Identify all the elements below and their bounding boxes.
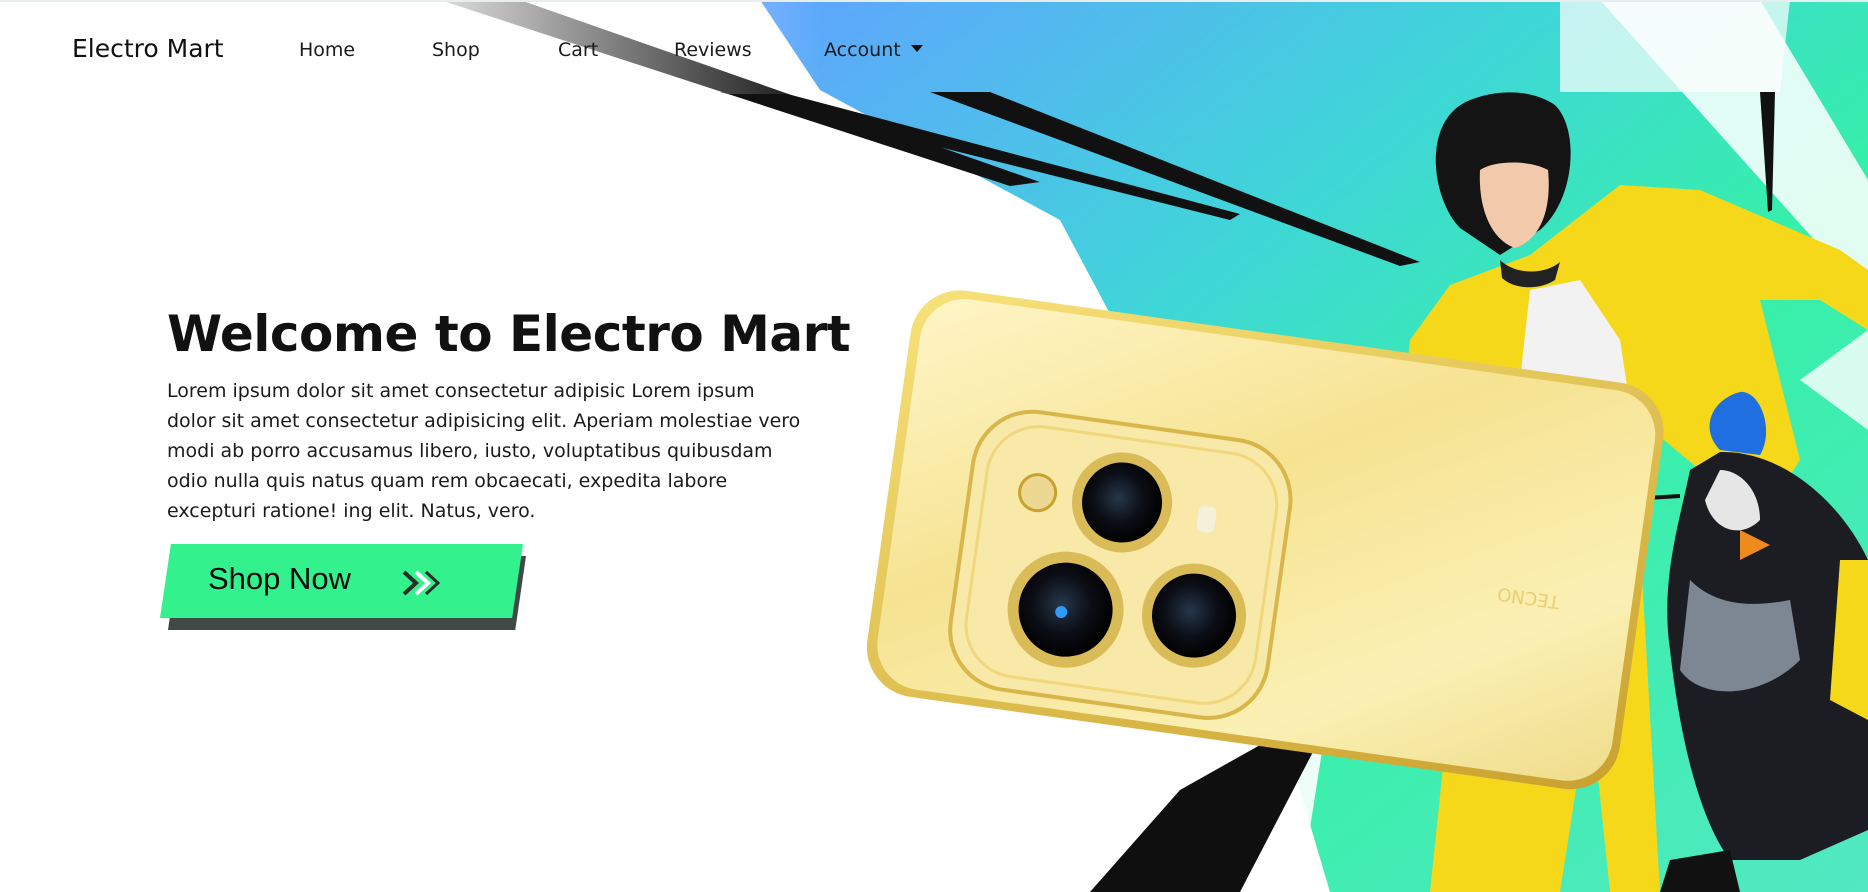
double-chevron-right-icon (402, 570, 441, 596)
nav-dropdown-account[interactable]: Account (824, 39, 923, 61)
shop-now-button[interactable]: Shop Now (160, 544, 530, 634)
nav-link-cart[interactable]: Cart (558, 39, 598, 61)
nav-link-shop[interactable]: Shop (432, 39, 480, 61)
shop-now-button-label: Shop Now (208, 561, 352, 596)
hero-title: Welcome to Electro Mart (167, 305, 851, 363)
nav-dropdown-account-label: Account (824, 39, 901, 61)
nav-link-home[interactable]: Home (299, 39, 355, 61)
hero-description: Lorem ipsum dolor sit amet consectetur a… (167, 380, 801, 522)
top-navbar: Electro Mart Home Shop Cart Reviews Acco… (0, 0, 1868, 94)
caret-down-icon (910, 45, 923, 52)
nav-link-reviews[interactable]: Reviews (674, 39, 752, 61)
brand-logo[interactable]: Electro Mart (72, 34, 224, 63)
